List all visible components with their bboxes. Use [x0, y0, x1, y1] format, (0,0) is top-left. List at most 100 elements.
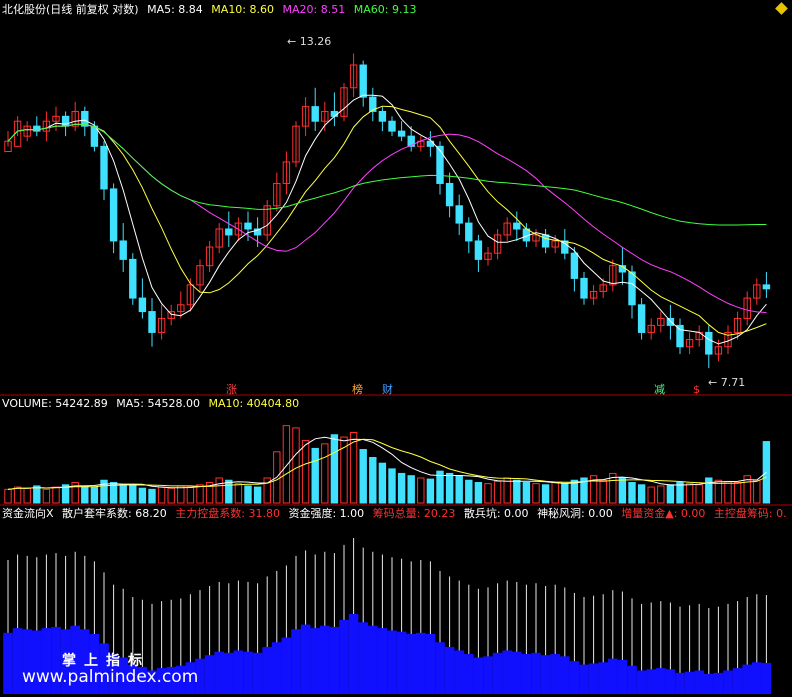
volume-bar — [676, 482, 684, 504]
indicator-fill — [281, 637, 292, 694]
event-marker-0[interactable]: 涨 — [226, 381, 237, 397]
indicator-fill — [262, 646, 272, 694]
volume-bar — [282, 425, 291, 504]
volume-bar — [407, 475, 415, 504]
indicator-fill — [252, 652, 263, 694]
candle-body — [676, 324, 684, 348]
event-marker-2[interactable]: 财 — [382, 381, 393, 397]
volume-bar — [503, 477, 511, 504]
indicator-fill — [464, 654, 474, 694]
indicator-fill — [732, 668, 743, 694]
indicator-fill — [761, 662, 772, 694]
candle-body — [580, 277, 588, 299]
candle-body — [311, 106, 319, 122]
volume-bar — [42, 488, 51, 504]
candle-body — [762, 284, 771, 290]
stock-title: 北化股份(日线 前复权 对数) — [2, 3, 139, 16]
candle-body — [388, 120, 396, 132]
vol-ma5-legend: MA5: 54528.00 — [116, 397, 200, 410]
candle-body — [541, 234, 550, 248]
volume-bar — [561, 483, 569, 504]
candle-body — [81, 110, 89, 127]
volume-bar — [474, 482, 483, 504]
indicator-fill — [550, 654, 560, 694]
high-price-annotation: ← 13.26 — [287, 35, 332, 48]
volume-bar — [493, 480, 502, 504]
indicator-fill — [588, 663, 599, 694]
candle-body — [225, 228, 233, 236]
indicator-fill — [502, 650, 512, 694]
low-price-value: 7.71 — [720, 376, 746, 389]
indicator-fill — [368, 625, 378, 694]
indicator-fill — [540, 655, 551, 694]
indicator-fill — [396, 631, 407, 694]
volume-bar — [330, 434, 339, 504]
event-marker-3[interactable]: 减 — [654, 381, 665, 397]
indicator-fill — [512, 651, 522, 694]
stock-chart: 北化股份(日线 前复权 对数) MA5: 8.84 MA10: 8.60 MA2… — [0, 0, 792, 697]
volume-bar — [321, 443, 329, 504]
indicator-fill — [320, 625, 330, 694]
indicator-fill — [694, 670, 704, 694]
indicator-fill — [358, 622, 368, 694]
volume-bar — [445, 472, 454, 504]
indicator-fill — [473, 657, 484, 694]
volume-bar — [570, 479, 579, 504]
volume-bar — [378, 462, 387, 504]
event-marker-4[interactable]: $ — [693, 383, 700, 396]
event-marker-1[interactable]: 榜 — [352, 381, 363, 397]
volume-bar — [522, 482, 531, 504]
candle-body — [436, 145, 444, 184]
volume-bar — [532, 483, 540, 504]
indicator-fill — [531, 652, 541, 694]
candle-body — [109, 188, 118, 242]
indicator-fill — [617, 659, 628, 694]
volume-bar — [359, 449, 367, 504]
volume-bar — [81, 485, 89, 504]
indicator-fill — [329, 626, 340, 694]
volume-bar — [215, 477, 223, 504]
indicator-fill — [521, 654, 532, 694]
volume-bar — [599, 479, 607, 504]
volume-bar — [119, 484, 127, 504]
volume-bar — [541, 484, 550, 504]
volume-bar — [551, 482, 559, 504]
indicator-name: 资金流向X — [2, 507, 54, 520]
candle-body — [513, 222, 521, 230]
volume-legend: VOLUME: 54242.89 — [2, 397, 108, 410]
volume-bar — [695, 484, 703, 504]
volume-bar — [292, 427, 300, 504]
ma10-legend: MA10: 8.60 — [211, 3, 275, 16]
indicator-fill — [406, 634, 416, 694]
ma20-legend: MA20: 8.51 — [282, 3, 346, 16]
indicator-fill — [675, 672, 685, 694]
volume-bar — [628, 482, 636, 504]
volume-bar — [369, 457, 377, 504]
candle-body — [148, 311, 156, 333]
candle-body — [570, 252, 579, 279]
indicator-fill — [204, 655, 215, 694]
volume-bar — [225, 479, 233, 504]
indicator-fill — [665, 669, 676, 694]
low-price-annotation: ← 7.71 — [708, 376, 746, 389]
ma60-legend: MA60: 9.13 — [353, 3, 417, 16]
indicator-fill — [3, 632, 13, 694]
volume-bar — [4, 488, 12, 504]
indicator-fill — [560, 656, 570, 694]
volume-bar — [753, 479, 761, 504]
indicator-fill — [579, 664, 589, 694]
volume-bar — [705, 477, 713, 504]
chart-canvas — [0, 53, 792, 694]
candle-body — [637, 304, 646, 333]
indicator-fill — [627, 665, 637, 694]
volume-bar — [465, 479, 473, 504]
volume-bar — [129, 485, 137, 504]
candle-body — [378, 110, 387, 122]
volume-bar — [177, 485, 185, 504]
volume-bar — [762, 441, 771, 504]
indicator-fill — [483, 656, 493, 694]
volume-bar — [311, 447, 319, 504]
watermark-url: www.palmindex.com — [22, 667, 199, 687]
indicator-fill — [492, 652, 503, 694]
volume-bar — [685, 483, 694, 504]
